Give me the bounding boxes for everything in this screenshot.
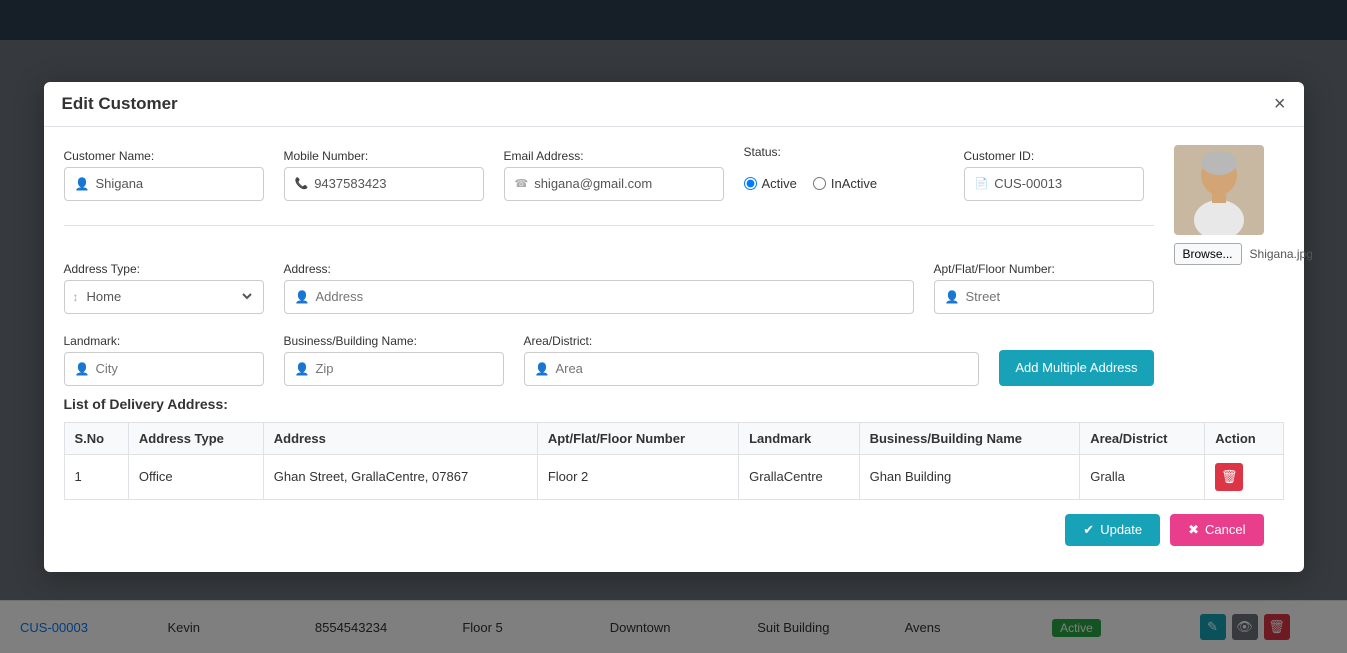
cell-address-type: Office [128,454,263,499]
status-inactive-radio[interactable] [813,177,826,190]
arrows-icon: ↕ [73,290,79,304]
customer-photo-svg [1174,145,1264,235]
email-label: Email Address: [504,149,724,163]
business-label: Business/Building Name: [284,334,504,348]
apt-label: Apt/Flat/Floor Number: [934,262,1154,276]
doc-icon: 📄 [975,177,989,190]
status-active-radio[interactable] [744,177,757,190]
status-inactive-label: InActive [831,176,877,191]
cell-sno: 1 [64,454,128,499]
cancel-label: Cancel [1205,522,1245,537]
modal-title: Edit Customer [62,94,178,114]
cell-area: Gralla [1080,454,1205,499]
col-address-type: Address Type [128,422,263,454]
customer-name-input[interactable] [95,176,252,191]
mobile-input[interactable] [314,176,472,191]
area-person-icon: 👤 [535,362,550,376]
apt-input[interactable] [965,289,1142,304]
cell-action: 🗑 [1205,454,1283,499]
landmark-label: Landmark: [64,334,264,348]
form-divider [64,225,1154,226]
modal-header: Edit Customer × [44,82,1304,127]
cell-landmark: GrallaCentre [739,454,859,499]
image-section: Browse... Shigana.jpg [1174,145,1284,265]
edit-customer-modal: Edit Customer × Customer Name: 👤 [44,82,1304,572]
email-input-wrapper: ☎ [504,167,724,201]
area-label: Area/District: [524,334,980,348]
address-type-select[interactable]: Home Office Other [83,288,255,305]
status-active-option[interactable]: Active [744,176,797,191]
x-icon: ✖ [1188,522,1199,538]
mobile-input-wrapper: 📞 [284,167,484,201]
landmark-input[interactable] [95,361,252,376]
apt-input-wrapper: 👤 [934,280,1154,314]
modal-footer: ✔ Update ✖ Cancel [64,500,1284,552]
status-inactive-option[interactable]: InActive [813,176,877,191]
email-input[interactable] [534,176,712,191]
status-label: Status: [744,145,944,159]
modal-body: Customer Name: 👤 Mobile Number: 📞 [44,127,1304,572]
image-filename: Shigana.jpg [1250,247,1313,261]
cell-apt: Floor 2 [537,454,738,499]
browse-row: Browse... Shigana.jpg [1174,243,1313,265]
delivery-address-title: List of Delivery Address: [64,396,1284,412]
address-type-label: Address Type: [64,262,264,276]
area-input[interactable] [555,361,968,376]
col-business: Business/Building Name [859,422,1080,454]
browse-button[interactable]: Browse... [1174,243,1242,265]
col-sno: S.No [64,422,128,454]
business-person-icon: 👤 [295,362,310,376]
cancel-button[interactable]: ✖ Cancel [1170,514,1263,546]
landmark-input-wrapper: 👤 [64,352,264,386]
customer-id-label: Customer ID: [964,149,1144,163]
customer-name-input-wrapper: 👤 [64,167,264,201]
address-label: Address: [284,262,914,276]
cell-business: Ghan Building [859,454,1080,499]
col-action: Action [1205,422,1283,454]
add-multiple-address-button[interactable]: Add Multiple Address [999,350,1153,386]
table-header-row: S.No Address Type Address Apt/Flat/Floor… [64,422,1283,454]
customer-photo [1174,145,1264,235]
check-icon: ✔ [1083,522,1094,538]
address-input-wrapper: 👤 [284,280,914,314]
col-landmark: Landmark [739,422,859,454]
landmark-person-icon: 👤 [75,362,90,376]
status-active-label: Active [762,176,797,191]
table-row: 1 Office Ghan Street, GrallaCentre, 0786… [64,454,1283,499]
col-area: Area/District [1080,422,1205,454]
phone-icon: 📞 [295,177,309,190]
address-person-icon: 👤 [295,290,310,304]
address-input[interactable] [315,289,902,304]
business-input-wrapper: 👤 [284,352,504,386]
email-icon: ☎ [515,177,529,190]
delete-address-button[interactable]: 🗑 [1215,463,1243,491]
business-input[interactable] [315,361,492,376]
customer-name-label: Customer Name: [64,149,264,163]
mobile-label: Mobile Number: [284,149,484,163]
delivery-address-section: List of Delivery Address: S.No Address T… [64,396,1284,500]
area-input-wrapper: 👤 [524,352,980,386]
person-icon: 👤 [75,177,90,191]
apt-person-icon: 👤 [945,290,960,304]
customer-id-input[interactable] [994,176,1132,191]
customer-id-input-wrapper: 📄 [964,167,1144,201]
update-label: Update [1100,522,1142,537]
modal-close-button[interactable]: × [1274,94,1286,114]
address-table: S.No Address Type Address Apt/Flat/Floor… [64,422,1284,500]
update-button[interactable]: ✔ Update [1065,514,1160,546]
modal-overlay: Edit Customer × Customer Name: 👤 [0,0,1347,653]
address-type-select-wrapper: ↕ Home Office Other [64,280,264,314]
col-apt: Apt/Flat/Floor Number [537,422,738,454]
status-radio-group: Active InActive [744,167,944,201]
col-address: Address [263,422,537,454]
cell-address: Ghan Street, GrallaCentre, 07867 [263,454,537,499]
